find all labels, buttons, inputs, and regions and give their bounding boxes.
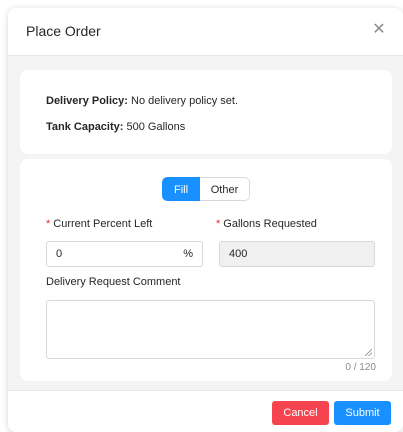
tank-capacity-line: Tank Capacity: 500 Gallons xyxy=(46,121,185,133)
comment-textarea[interactable] xyxy=(46,300,375,359)
tank-capacity-value: 500 Gallons xyxy=(126,121,186,133)
percent-suffix: % xyxy=(183,248,193,260)
delivery-policy-line: Delivery Policy: No delivery policy set. xyxy=(46,95,238,107)
policy-card: Delivery Policy: No delivery policy set.… xyxy=(20,70,392,154)
current-percent-input[interactable]: 0 % xyxy=(46,241,203,267)
comment-label: Delivery Request Comment xyxy=(46,276,181,288)
resize-grip-icon[interactable] xyxy=(365,349,372,356)
mode-other-button[interactable]: Other xyxy=(200,177,250,201)
modal-header: Place Order ✕ xyxy=(8,8,403,56)
required-marker: * xyxy=(216,218,221,230)
place-order-modal: Place Order ✕ Delivery Policy: No delive… xyxy=(8,8,403,432)
mode-fill-button[interactable]: Fill xyxy=(162,177,200,201)
delivery-policy-label: Delivery Policy: xyxy=(46,95,128,107)
modal-footer: Cancel Submit xyxy=(8,390,403,432)
submit-button[interactable]: Submit xyxy=(334,401,391,425)
tank-capacity-label: Tank Capacity: xyxy=(46,121,124,133)
cancel-button[interactable]: Cancel xyxy=(272,401,329,425)
gallons-requested-label-text: Gallons Requested xyxy=(223,218,317,230)
gallons-requested-input: 400 xyxy=(219,241,375,267)
gallons-requested-value: 400 xyxy=(229,248,248,260)
order-form-card: Fill Other * Current Percent Left * Gallon… xyxy=(20,159,392,381)
delivery-policy-value: No delivery policy set. xyxy=(131,95,238,107)
current-percent-label-text: Current Percent Left xyxy=(53,218,153,230)
required-marker: * xyxy=(46,218,51,230)
gallons-requested-label: * Gallons Requested xyxy=(216,218,317,230)
close-icon[interactable]: ✕ xyxy=(369,20,389,40)
modal-title: Place Order xyxy=(26,23,101,39)
current-percent-label: * Current Percent Left xyxy=(46,218,152,230)
mode-toggle: Fill Other xyxy=(162,177,250,201)
current-percent-value: 0 xyxy=(56,248,63,260)
comment-char-counter: 0 / 120 xyxy=(345,362,376,373)
